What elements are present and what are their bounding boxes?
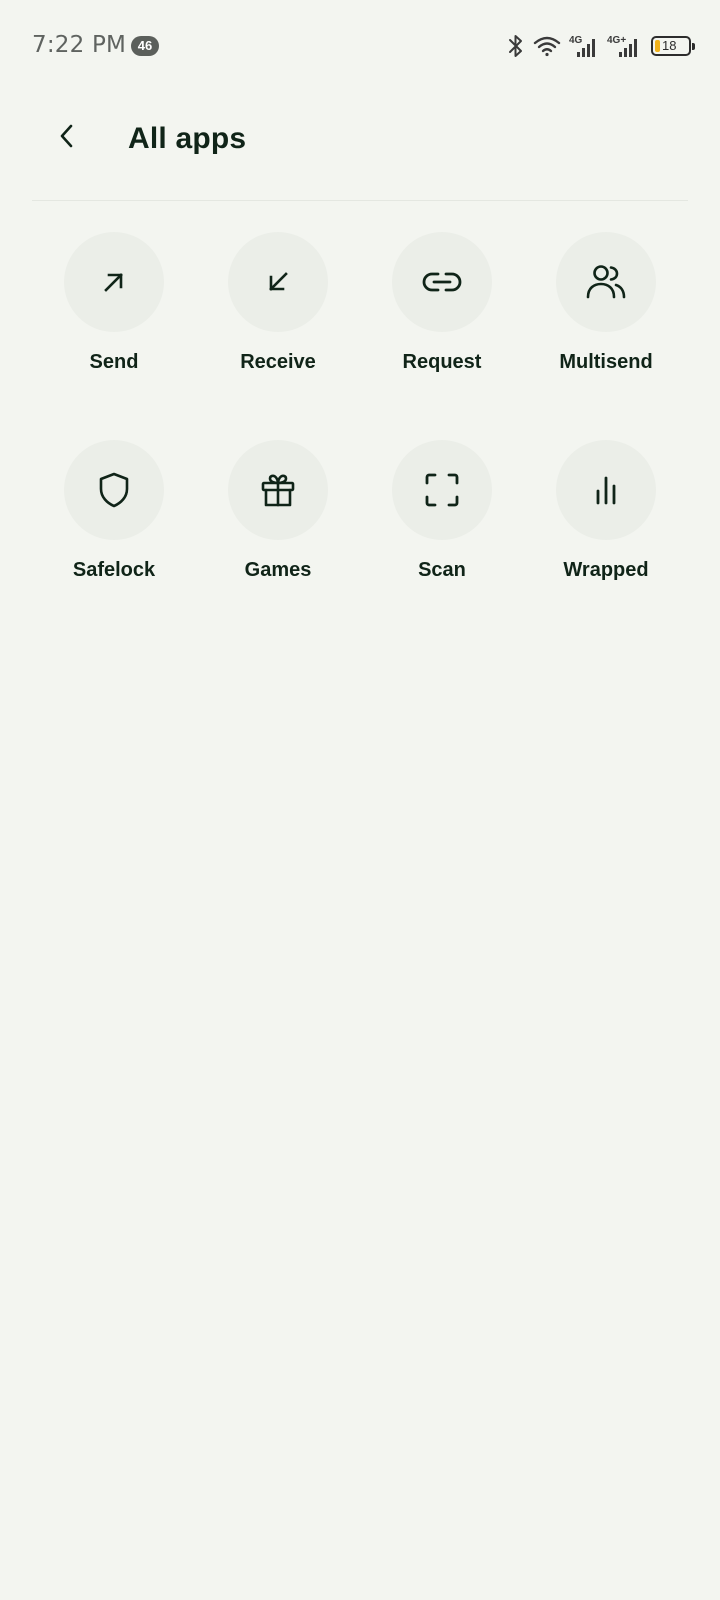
app-multisend[interactable]: Multisend (524, 232, 688, 374)
app-receive[interactable]: Receive (196, 232, 360, 374)
wifi-icon (533, 35, 561, 57)
app-games[interactable]: Games (196, 440, 360, 582)
app-icon-circle (392, 440, 492, 540)
app-label: Multisend (559, 351, 653, 373)
status-bar: 7:22 PM 46 4G 4G+ 18 (0, 0, 720, 92)
gift-icon (259, 471, 297, 509)
header: All apps (0, 100, 720, 200)
app-label: Scan (418, 559, 466, 581)
app-icon-circle (556, 232, 656, 332)
app-wrapped[interactable]: Wrapped (524, 440, 688, 582)
signal-icon-sim1: 4G (569, 33, 599, 59)
app-icon-circle (64, 440, 164, 540)
app-label: Send (89, 351, 139, 373)
app-icon-circle (228, 232, 328, 332)
app-label: Wrapped (563, 559, 649, 581)
app-icon-circle (392, 232, 492, 332)
back-button[interactable] (44, 114, 92, 162)
battery-icon: 18 (651, 36, 695, 56)
app-safelock[interactable]: Safelock (32, 440, 196, 582)
app-label: Receive (240, 351, 316, 373)
app-icon-circle (228, 440, 328, 540)
link-icon (421, 269, 463, 295)
network-type-sim1: 4G (569, 35, 583, 46)
app-send[interactable]: Send (32, 232, 196, 374)
header-divider (32, 200, 688, 201)
page-title: All apps (128, 122, 247, 155)
app-label: Safelock (72, 559, 156, 581)
status-time: 7:22 PM (32, 32, 127, 58)
app-icon-circle (64, 232, 164, 332)
notification-count-badge: 46 (131, 36, 159, 56)
arrow-up-right-icon (99, 267, 129, 297)
battery-fill (655, 40, 660, 52)
users-icon (585, 263, 627, 301)
app-label: Games (244, 559, 312, 581)
arrow-down-left-icon (263, 267, 293, 297)
bluetooth-icon (507, 33, 525, 59)
bar-chart-icon (591, 473, 621, 507)
apps-grid: Send Receive Request Multisend Safelock … (32, 232, 688, 582)
network-type-sim2: 4G+ (607, 35, 626, 46)
all-apps-screen: 7:22 PM 46 4G 4G+ 18 All apps Send Recei… (0, 0, 720, 1600)
shield-icon (97, 471, 131, 509)
app-icon-circle (556, 440, 656, 540)
app-request[interactable]: Request (360, 232, 524, 374)
signal-icon-sim2: 4G+ (607, 33, 641, 59)
battery-level: 18 (662, 38, 677, 53)
scan-frame-icon (424, 472, 460, 508)
app-scan[interactable]: Scan (360, 440, 524, 582)
status-icons: 4G 4G+ 18 (507, 32, 695, 60)
chevron-left-icon (56, 122, 80, 155)
app-label: Request (402, 351, 482, 373)
